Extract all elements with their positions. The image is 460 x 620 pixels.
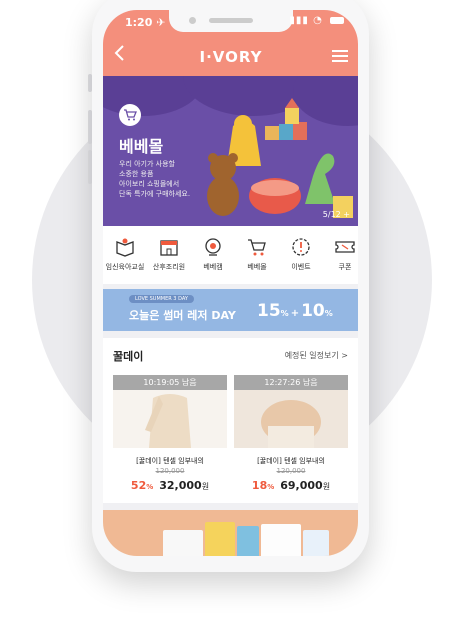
event-icon: [292, 238, 310, 256]
category-item[interactable]: 이벤트: [279, 226, 323, 284]
sale-price: 52% 32,000원: [130, 479, 210, 492]
bottom-banner[interactable]: [103, 510, 358, 556]
app-logo[interactable]: I·VORY: [191, 48, 271, 66]
category-item[interactable]: 임신육아교실: [103, 226, 147, 284]
cart-icon: [119, 104, 141, 126]
promo-discounts: 15% +10%: [257, 301, 333, 321]
toys-illustration: [207, 98, 353, 218]
banner-pager[interactable]: 5/12 +: [323, 210, 350, 219]
divider: [103, 503, 358, 510]
product-card[interactable]: 10:19:05 남음 [꿀데이] 텐셀 임부내의 120,000 52% 32,…: [113, 375, 227, 500]
cart-icon: [248, 239, 266, 256]
sale-price: 18% 69,000원: [251, 479, 331, 492]
promo-discount-1: 15: [257, 301, 281, 321]
wifi-icon: ◔: [313, 15, 323, 26]
category-item[interactable]: 쿠폰: [323, 226, 358, 284]
status-icons: ▮▮▮ ◔: [289, 15, 344, 26]
schedule-link[interactable]: 예정된 일정보기 >: [285, 350, 348, 361]
coupon-icon: [335, 241, 355, 253]
divider: [103, 331, 358, 338]
phone-notch: [169, 10, 293, 32]
category-item[interactable]: 베베캠: [191, 226, 235, 284]
category-menu: 임신육아교실 산후조리원 베베캠 베베몰 이벤트 쿠폰: [103, 226, 358, 284]
main-banner[interactable]: 베베몰 우리 아기가 사용할 소중한 용품 아이보리 쇼핑몰에서 단독 특가에 …: [103, 76, 358, 226]
category-item[interactable]: 산후조리원: [147, 226, 191, 284]
product-name: [꿀데이] 텐셀 임부내의: [257, 457, 325, 465]
product-image: [234, 390, 348, 448]
hamburger-menu-icon[interactable]: [332, 47, 348, 65]
app-header: 1:20 ✈ ▮▮▮ ◔ I·VORY: [103, 10, 358, 76]
building-icon: [160, 240, 178, 256]
section-title: 꿀데이: [113, 350, 144, 363]
battery-icon: [330, 16, 344, 24]
category-item[interactable]: 베베몰: [235, 226, 279, 284]
signal-icon: ▮▮▮: [289, 15, 309, 26]
status-time: 1:20 ✈: [125, 16, 166, 29]
countdown-timer: 12:27:26 남음: [234, 375, 348, 390]
original-price: 120,000: [155, 467, 185, 475]
camera-icon: [205, 238, 221, 256]
original-price: 120,000: [276, 467, 306, 475]
promo-banner[interactable]: LOVE SUMMER 3 DAY 오늘은 썸머 레저 DAY 15% +10%: [103, 289, 358, 331]
book-icon: [116, 238, 134, 257]
product-image: [113, 390, 227, 448]
back-icon[interactable]: [113, 44, 135, 66]
product-card[interactable]: 12:27:26 남음 [꿀데이] 텐셀 임부내의 120,000 18% 69,…: [234, 375, 348, 500]
promo-tag: LOVE SUMMER 3 DAY: [129, 295, 194, 303]
promo-discount-2: 10: [301, 301, 325, 321]
banner-title: 베베몰: [119, 137, 164, 156]
promo-text: 오늘은 썸머 레저 DAY: [129, 309, 236, 322]
product-name: [꿀데이] 텐셀 임부내의: [136, 457, 204, 465]
phone-screen: 1:20 ✈ ▮▮▮ ◔ I·VORY 베베몰 우리 아기가 사용할 소중한 용…: [103, 10, 358, 556]
countdown-timer: 10:19:05 남음: [113, 375, 227, 390]
